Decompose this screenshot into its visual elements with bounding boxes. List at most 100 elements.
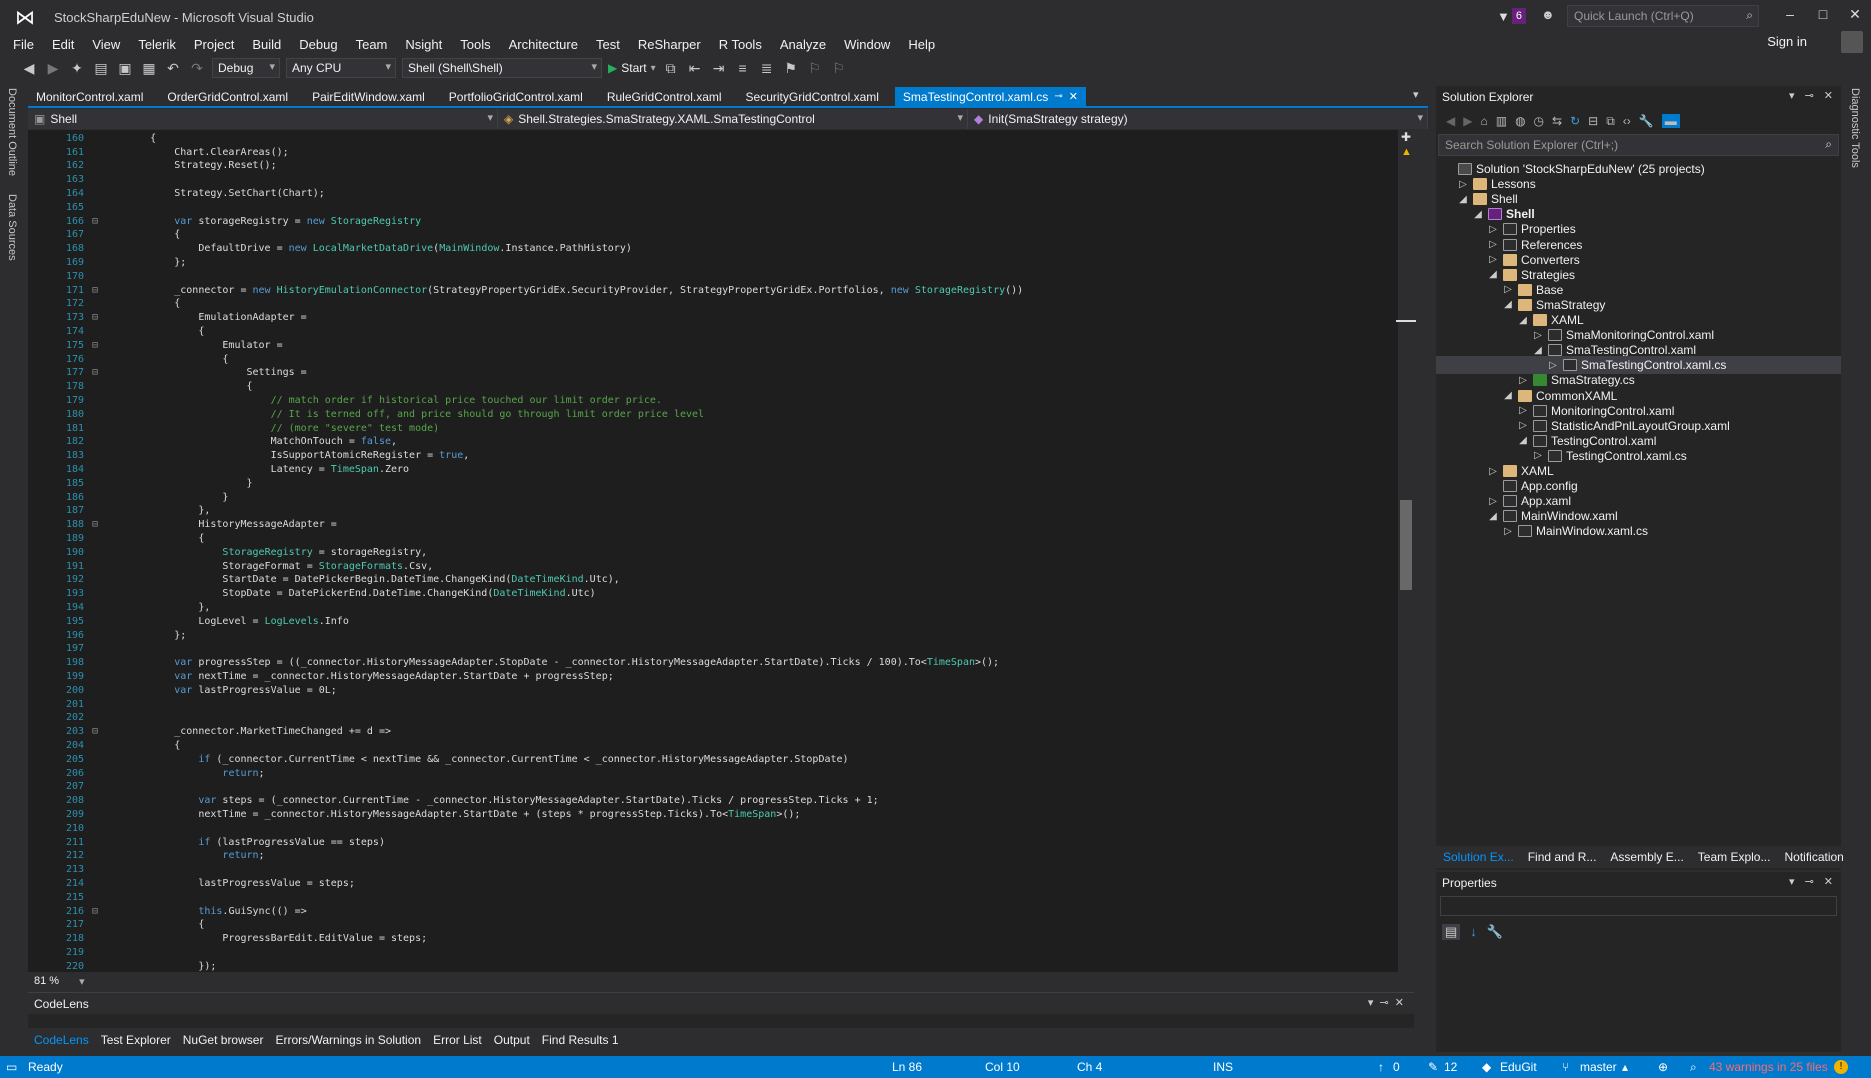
project-nav-combo[interactable]: ▣ Shell bbox=[28, 109, 498, 129]
code-line[interactable]: 174 { bbox=[28, 325, 1408, 339]
account-avatar[interactable] bbox=[1841, 31, 1863, 53]
expand-arrow-icon[interactable]: ▷ bbox=[1502, 284, 1514, 295]
code-line[interactable]: 194 }, bbox=[28, 601, 1408, 615]
fold-marker[interactable] bbox=[88, 891, 102, 905]
pencil-icon[interactable]: ✎ bbox=[1428, 1060, 1438, 1074]
menu-item[interactable]: Window bbox=[835, 37, 899, 52]
expand-arrow-icon[interactable]: ▷ bbox=[1517, 405, 1529, 416]
fold-marker[interactable] bbox=[88, 946, 102, 960]
code-line[interactable]: 176 { bbox=[28, 353, 1408, 367]
type-nav-combo[interactable]: ◈ Shell.Strategies.SmaStrategy.XAML.SmaTe… bbox=[498, 109, 968, 129]
code-line[interactable]: 220 }); bbox=[28, 960, 1408, 972]
comment-icon[interactable]: ≡ bbox=[734, 60, 752, 76]
fold-marker[interactable] bbox=[88, 477, 102, 491]
code-line[interactable]: 200 var lastProgressValue = 0L; bbox=[28, 684, 1408, 698]
bottom-tab[interactable]: Errors/Warnings in Solution bbox=[269, 1033, 427, 1047]
code-line[interactable]: 212 return; bbox=[28, 849, 1408, 863]
switch-views-icon[interactable]: ▥ bbox=[1496, 114, 1507, 128]
fold-marker[interactable] bbox=[88, 656, 102, 670]
forward-icon[interactable]: ▶ bbox=[44, 60, 62, 77]
notifications[interactable]: ▼ 6 bbox=[1497, 8, 1526, 24]
categorized-icon[interactable]: ▤ bbox=[1442, 924, 1461, 940]
fold-marker[interactable] bbox=[88, 504, 102, 518]
configuration-select[interactable]: Debug bbox=[212, 58, 280, 78]
warning-icon[interactable]: ! bbox=[1834, 1060, 1848, 1074]
publish-up-icon[interactable]: ↑ bbox=[1378, 1060, 1384, 1074]
code-line[interactable]: 161 Chart.ClearAreas(); bbox=[28, 146, 1408, 160]
expand-arrow-icon[interactable]: ▷ bbox=[1487, 239, 1499, 250]
fold-marker[interactable] bbox=[88, 794, 102, 808]
fold-marker[interactable]: ⊟ bbox=[88, 339, 102, 353]
fold-marker[interactable] bbox=[88, 560, 102, 574]
code-line[interactable]: 165 bbox=[28, 201, 1408, 215]
start-button[interactable]: ▶ Start ▾ bbox=[608, 61, 656, 75]
code-line[interactable]: 178 { bbox=[28, 380, 1408, 394]
fold-marker[interactable] bbox=[88, 822, 102, 836]
fold-marker[interactable] bbox=[88, 698, 102, 712]
code-line[interactable]: 175 ⊟ Emulator = bbox=[28, 339, 1408, 353]
expand-arrow-icon[interactable]: ▷ bbox=[1517, 420, 1529, 431]
minimize-button[interactable]: – bbox=[1775, 6, 1805, 22]
code-line[interactable]: 193 StopDate = DatePickerEnd.DateTime.Ch… bbox=[28, 587, 1408, 601]
code-line[interactable]: 188 ⊟ HistoryMessageAdapter = bbox=[28, 518, 1408, 532]
status-edits-count[interactable]: 12 bbox=[1444, 1060, 1457, 1074]
refresh-icon[interactable]: ↻ bbox=[1570, 114, 1580, 128]
fold-marker[interactable]: ⊟ bbox=[88, 518, 102, 532]
bottom-tab[interactable]: Test Explorer bbox=[95, 1033, 177, 1047]
back-icon[interactable]: ◀ bbox=[1446, 114, 1455, 128]
tab[interactable]: RuleGridControl.xaml bbox=[599, 87, 738, 107]
code-line[interactable]: 197 bbox=[28, 642, 1408, 656]
fold-marker[interactable] bbox=[88, 877, 102, 891]
bottom-tab[interactable]: CodeLens bbox=[28, 1033, 95, 1047]
menu-item[interactable]: R Tools bbox=[710, 37, 771, 52]
save-all-icon[interactable]: ▦ bbox=[140, 60, 158, 77]
branch-dropdown-icon[interactable]: ▴ bbox=[1622, 1060, 1628, 1074]
code-line[interactable]: 160 { bbox=[28, 132, 1408, 146]
fold-marker[interactable] bbox=[88, 380, 102, 394]
uncomment-icon[interactable]: ≣ bbox=[758, 60, 776, 77]
code-line[interactable]: 187 }, bbox=[28, 504, 1408, 518]
fold-marker[interactable] bbox=[88, 159, 102, 173]
menu-item[interactable]: Tools bbox=[451, 37, 499, 52]
fold-marker[interactable] bbox=[88, 780, 102, 794]
tab[interactable]: OrderGridControl.xaml bbox=[159, 87, 304, 107]
fold-marker[interactable] bbox=[88, 201, 102, 215]
tab[interactable]: SecurityGridControl.xaml bbox=[738, 87, 895, 107]
code-line[interactable]: 191 StorageFormat = StorageFormats.Csv, bbox=[28, 560, 1408, 574]
close-tab-icon[interactable]: ✕ bbox=[1069, 87, 1078, 107]
tab-overflow-icon[interactable]: ▾ bbox=[1413, 88, 1419, 101]
fold-marker[interactable]: ⊟ bbox=[88, 311, 102, 325]
fold-marker[interactable] bbox=[88, 753, 102, 767]
code-line[interactable]: 201 bbox=[28, 698, 1408, 712]
tab[interactable]: PortfolioGridControl.xaml bbox=[441, 87, 599, 107]
code-line[interactable]: 196 }; bbox=[28, 629, 1408, 643]
properties-object-select[interactable] bbox=[1440, 896, 1837, 916]
code-line[interactable]: 210 bbox=[28, 822, 1408, 836]
menu-item[interactable]: Nsight bbox=[396, 37, 451, 52]
fold-marker[interactable] bbox=[88, 435, 102, 449]
code-line[interactable]: 167 { bbox=[28, 228, 1408, 242]
expand-arrow-icon[interactable]: ◢ bbox=[1472, 209, 1484, 220]
menu-item[interactable]: Architecture bbox=[500, 37, 587, 52]
fold-marker[interactable] bbox=[88, 532, 102, 546]
indent-icon[interactable]: ⇤ bbox=[686, 60, 704, 77]
expand-arrow-icon[interactable]: ◢ bbox=[1517, 435, 1529, 446]
fold-marker[interactable]: ⊟ bbox=[88, 284, 102, 298]
code-line[interactable]: 216 ⊟ this.GuiSync(() => bbox=[28, 905, 1408, 919]
solution-panel-tab[interactable]: Find and R... bbox=[1521, 850, 1604, 864]
fold-marker[interactable] bbox=[88, 573, 102, 587]
expand-arrow-icon[interactable]: ▷ bbox=[1457, 179, 1469, 190]
code-editor[interactable]: 159⊟ private void StartStrategyButton_Cl… bbox=[28, 130, 1408, 972]
menu-item[interactable]: Project bbox=[185, 37, 243, 52]
alphabetical-icon[interactable]: ↓ bbox=[1470, 924, 1477, 940]
fold-marker[interactable] bbox=[88, 408, 102, 422]
fold-marker[interactable] bbox=[88, 449, 102, 463]
menu-item[interactable]: Help bbox=[899, 37, 944, 52]
fold-marker[interactable] bbox=[88, 270, 102, 284]
fold-marker[interactable] bbox=[88, 960, 102, 972]
expand-arrow-icon[interactable]: ▷ bbox=[1487, 496, 1499, 507]
fold-marker[interactable] bbox=[88, 297, 102, 311]
view-code-icon[interactable]: ‹› bbox=[1623, 114, 1631, 128]
prev-bookmark-icon[interactable]: ⚐ bbox=[806, 60, 824, 77]
code-line[interactable]: 206 return; bbox=[28, 767, 1408, 781]
